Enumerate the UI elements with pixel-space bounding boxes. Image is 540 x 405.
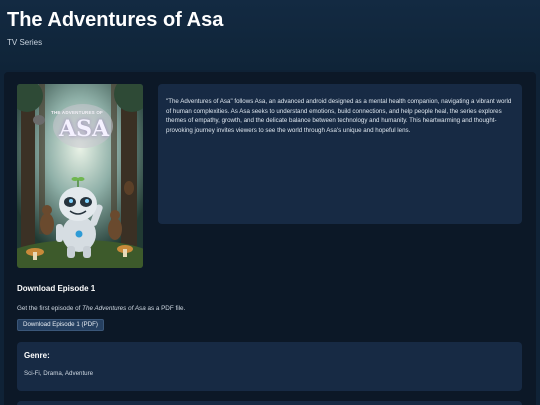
download-description: Get the first episode of The Adventures … bbox=[17, 305, 185, 312]
poster-lettering-top: THE ADVENTURES OF bbox=[51, 110, 103, 115]
genre-value: Sci-Fi, Drama, Adventure bbox=[24, 370, 94, 377]
genre-label: Genre: bbox=[24, 351, 50, 360]
download-desc-series-title: The Adventures of Asa bbox=[82, 305, 146, 312]
download-episode-button[interactable]: Download Episode 1 (PDF) bbox=[17, 319, 104, 331]
synopsis-card: "The Adventures of Asa" follows Asa, an … bbox=[158, 84, 522, 224]
poster-lettering-main: ASA bbox=[59, 116, 110, 142]
page-title: The Adventures of Asa bbox=[7, 9, 224, 31]
download-desc-after: as a PDF file. bbox=[145, 305, 186, 312]
series-poster: THE ADVENTURES OF ASA bbox=[17, 84, 143, 268]
download-desc-before: Get the first episode of bbox=[17, 305, 83, 312]
main-content: THE ADVENTURES OF ASA "The Adventures of… bbox=[4, 72, 536, 405]
genre-card: Genre: Sci-Fi, Drama, Adventure bbox=[17, 342, 522, 391]
page-header: The Adventures of Asa TV Series bbox=[0, 0, 540, 70]
page-subtitle: TV Series bbox=[7, 38, 43, 47]
synopsis-text: "The Adventures of Asa" follows Asa, an … bbox=[166, 98, 512, 134]
next-section-card bbox=[17, 401, 522, 405]
download-section-title: Download Episode 1 bbox=[17, 284, 96, 293]
